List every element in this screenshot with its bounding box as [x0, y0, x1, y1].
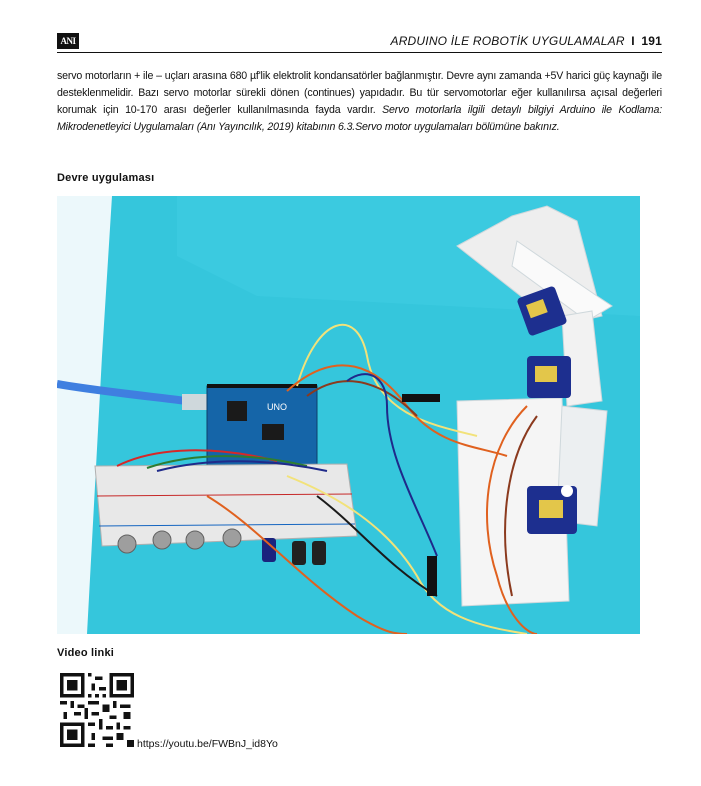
capacitors [262, 538, 326, 565]
circuit-photo: UNO [57, 196, 640, 634]
servo-motor-2 [527, 356, 571, 398]
video-heading: Video linki [57, 647, 115, 659]
publisher-logo: ANI [57, 33, 79, 49]
header-rule [57, 52, 662, 53]
page-header: ANI ARDUINO İLE ROBOTİK UYGULAMALAR I 19… [57, 32, 662, 54]
circuit-heading: Devre uygulaması [57, 172, 155, 184]
running-title: ARDUINO İLE ROBOTİK UYGULAMALAR I 191 [390, 34, 662, 48]
page-number: 191 [641, 34, 662, 48]
book-title: ARDUINO İLE ROBOTİK UYGULAMALAR [390, 34, 625, 48]
title-separator: I [631, 34, 635, 48]
video-link[interactable]: https://youtu.be/FWBnJ_id8Yo [137, 738, 278, 750]
qr-code[interactable] [60, 673, 134, 747]
body-paragraph: servo motorların + ile – uçları arasına … [57, 68, 662, 136]
servo-motor-3 [527, 485, 577, 534]
arduino-board: UNO [206, 384, 318, 467]
board-label: UNO [267, 402, 287, 412]
